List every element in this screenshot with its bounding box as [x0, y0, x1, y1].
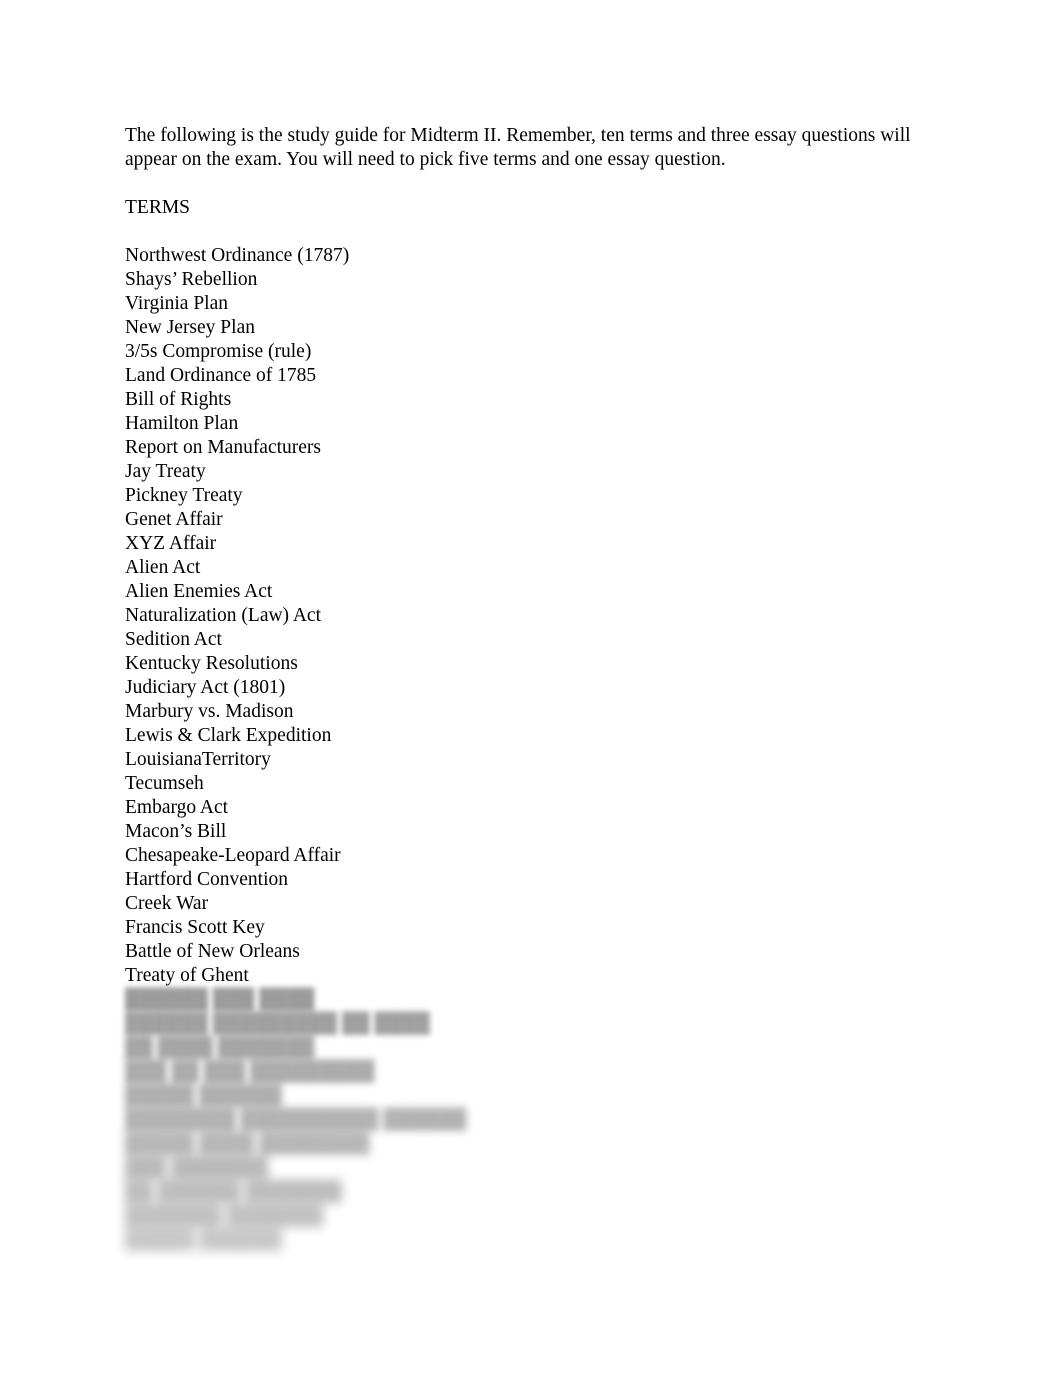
term-list-item: Report on Manufacturers [125, 437, 322, 458]
term-list-item: Battle of New Orleans [125, 941, 300, 962]
term-list-item: LouisianaTerritory [125, 749, 271, 770]
term-list-item: Jay Treaty [125, 461, 206, 482]
redacted-term-list-item: █████ ██████ [125, 1085, 282, 1106]
term-list-item: Sedition Act [125, 629, 222, 650]
redacted-terms-list: ██████ ███ ████ ██████ █████████ ██ ████ █… [125, 988, 935, 1252]
term-list-item: Creek War [125, 893, 209, 914]
terms-list: Northwest Ordinance (1787) Shays’ Rebelli… [125, 244, 935, 988]
term-list-item: Treaty of Ghent [125, 965, 249, 986]
term-list-item: New Jersey Plan [125, 317, 255, 338]
term-list-item: Chesapeake-Leopard Affair [125, 845, 341, 866]
redacted-term-list-item: ██████ ███ ████ [125, 989, 315, 1010]
term-list-item: Alien Act [125, 557, 201, 578]
term-list-item: Francis Scott Key [125, 917, 265, 938]
redacted-term-list-item: █████ ██████ [125, 1229, 282, 1250]
term-list-item: Northwest Ordinance (1787) [125, 245, 350, 266]
term-list-item: Kentucky Resolutions [125, 653, 298, 674]
term-list-item: Bill of Rights [125, 389, 232, 410]
term-list-item: Virginia Plan [125, 293, 229, 314]
term-list-item: Alien Enemies Act [125, 581, 273, 602]
term-list-item: Judiciary Act (1801) [125, 677, 286, 698]
term-list-item: Land Ordinance of 1785 [125, 365, 317, 386]
redacted-term-list-item: ███ ███████ [125, 1157, 269, 1178]
term-list-item: Genet Affair [125, 509, 223, 530]
document-body: The following is the study guide for Mid… [125, 124, 935, 1252]
redacted-term-list-item: ██ ████ ███████ [125, 1037, 315, 1058]
term-list-item: Tecumseh [125, 773, 204, 794]
term-list-item: Shays’ Rebellion [125, 269, 258, 290]
term-list-item: Hartford Convention [125, 869, 289, 890]
term-list-item: 3/5s Compromise (rule) [125, 341, 312, 362]
term-list-item: Hamilton Plan [125, 413, 239, 434]
redacted-term-list-item: ███████ ███████ [125, 1205, 324, 1226]
heading-spacer [125, 220, 935, 244]
term-list-item: Embargo Act [125, 797, 229, 818]
term-list-item: Marbury vs. Madison [125, 701, 294, 722]
term-list-item: Pickney Treaty [125, 485, 243, 506]
term-list-item: XYZ Affair [125, 533, 217, 554]
redacted-term-list-item: ██████ █████████ ██ ████ [125, 1013, 430, 1034]
term-list-item: Naturalization (Law) Act [125, 605, 321, 626]
intro-paragraph: The following is the study guide for Mid… [125, 125, 911, 170]
redacted-term-list-item: ████████ ██████████ ██████ [125, 1109, 467, 1130]
redacted-term-list-item: ██ ██████ ███████ [125, 1181, 342, 1202]
redacted-term-list-item: ███ ██ ███ █████████ [125, 1061, 375, 1082]
terms-section-heading: TERMS [125, 197, 191, 218]
document-page: The following is the study guide for Mid… [0, 0, 1062, 1377]
term-list-item: Lewis & Clark Expedition [125, 725, 332, 746]
redacted-term-list-item: █████ ████ ████████ [125, 1133, 370, 1154]
term-list-item: Macon’s Bill [125, 821, 227, 842]
